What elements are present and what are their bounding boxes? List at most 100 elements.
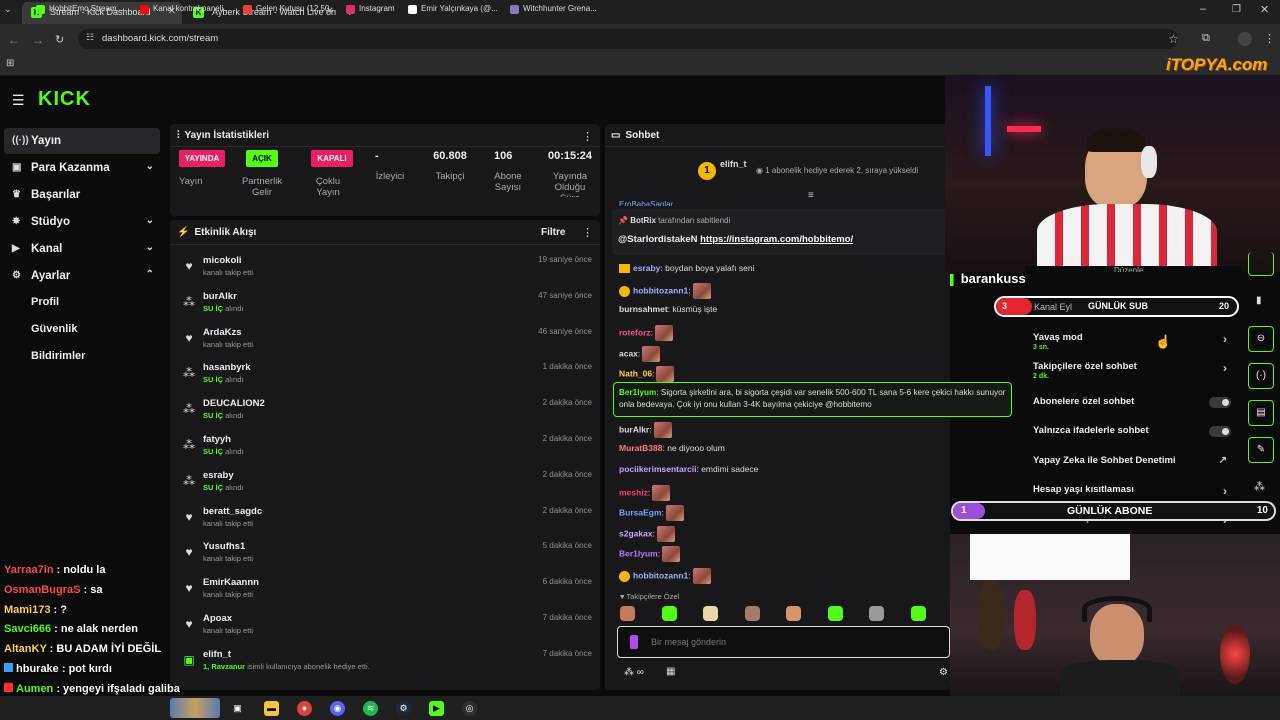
toolbar-layout-button[interactable]: ▤ <box>1248 400 1274 426</box>
pinned-link[interactable]: https://instagram.com/hobbitemo/ <box>700 234 853 245</box>
toolbar-top-button[interactable] <box>1248 252 1274 276</box>
file-explorer-icon[interactable]: ▬ <box>264 701 279 716</box>
emote-button[interactable] <box>827 606 843 621</box>
chat-username[interactable]: pociikerimsentarcii <box>619 464 696 474</box>
chrome-icon[interactable]: ● <box>297 701 312 716</box>
option-account-age[interactable]: Hesap yaşı kısıtlaması › <box>1033 484 1233 498</box>
emote-button[interactable] <box>910 606 926 621</box>
event-username[interactable]: ArdaKzs <box>203 327 242 338</box>
option-ai-moderation[interactable]: Yapay Zeka ile Sohbet Denetimi ↗ <box>1033 455 1233 466</box>
event-time: 1 dakika önce <box>542 362 592 372</box>
chat-username[interactable]: roteforz <box>619 327 651 337</box>
bookmark-x[interactable]: Emir Yalçınkaya (@... <box>408 4 498 14</box>
restore-icon[interactable]: ❐ <box>1232 4 1241 15</box>
option-followers-only[interactable]: Takipçilere özel sohbet 2 dk. › <box>1033 361 1233 380</box>
event-username[interactable]: Apoax <box>203 613 232 624</box>
emote-button[interactable] <box>620 606 635 621</box>
emote-button[interactable] <box>869 606 884 621</box>
chat-username[interactable]: burAlkr <box>619 424 649 434</box>
event-username[interactable]: fatyyh <box>203 434 231 445</box>
toolbar-users-icon[interactable]: ⁂ <box>1254 480 1265 493</box>
bookmark-hobbitemo[interactable]: HobbitEmo Stream... <box>36 4 123 14</box>
sidebar-item-yayin[interactable]: ((·)) Yayın <box>4 128 160 154</box>
close-window-icon[interactable]: ✕ <box>1260 3 1269 16</box>
sidebar-subitem-bildirimler[interactable]: Bildirimler <box>31 350 85 362</box>
bookmark-instagram[interactable]: Instagram <box>346 4 395 14</box>
event-username[interactable]: esraby <box>203 470 234 481</box>
chat-settings-icon[interactable]: ⚙ <box>939 667 948 678</box>
profile-icon[interactable] <box>1238 32 1252 46</box>
option-subscribers-only[interactable]: Abonelere özel sohbet <box>1033 396 1233 408</box>
chat-username[interactable]: esraby <box>633 263 660 273</box>
event-username[interactable]: beratt_sagdc <box>203 506 262 517</box>
option-slow-mode[interactable]: Yavaş mod 3 sn. › <box>1033 332 1233 351</box>
sidebar-item-studyo[interactable]: ✸ Stüdyo ⌄ <box>4 209 160 235</box>
reload-icon[interactable]: ↻ <box>55 33 64 46</box>
event-username[interactable]: micokoli <box>203 255 242 266</box>
chat-username[interactable]: meshiz <box>619 487 648 497</box>
chat-username[interactable]: hobbitozann1 <box>633 570 688 580</box>
bookmark-witchhunter[interactable]: Witchhunter Grena... <box>510 4 597 14</box>
back-icon[interactable]: ← <box>8 33 20 47</box>
apps-icon[interactable]: ⊞ <box>6 58 14 69</box>
sidebar-item-basarilar[interactable]: ♛ Başarılar <box>4 182 160 208</box>
chat-username[interactable]: hobbitozann1 <box>633 285 688 295</box>
extensions-icon[interactable]: ⧉ <box>1202 32 1210 45</box>
event-username[interactable]: DEUCALION2 <box>203 398 265 409</box>
obs-icon[interactable]: ◎ <box>462 701 477 716</box>
toolbar-mod-icon[interactable]: ▮ <box>1256 295 1262 306</box>
menu-icon[interactable]: ⋮ <box>1264 32 1275 45</box>
event-username[interactable]: elifn_t <box>203 649 231 660</box>
sidebar-subitem-profil[interactable]: Profil <box>31 296 59 308</box>
collapse-icon[interactable]: ≡ <box>808 190 814 201</box>
gift-leader-user[interactable]: elifn_t <box>720 159 747 169</box>
option-emotes-only[interactable]: Yalnızca ifadelerle sohbet <box>1033 425 1233 437</box>
stats-menu-icon[interactable]: ⋮ <box>582 130 593 143</box>
hamburger-menu-icon[interactable]: ☰ <box>12 92 25 109</box>
emote-button[interactable] <box>786 606 801 621</box>
chat-username[interactable]: BursaEgm <box>619 507 662 517</box>
taskbar-weather-icon[interactable] <box>170 698 220 718</box>
emotes-only-toggle[interactable] <box>1209 426 1231 437</box>
chat-username[interactable]: Ber1lyum <box>619 548 658 558</box>
bookmark-gmail[interactable]: Gelen Kutusu (12.50... <box>243 4 336 14</box>
filter-button[interactable]: Filtre <box>541 227 565 238</box>
steam-icon[interactable]: ⚙ <box>396 701 411 716</box>
chat-username[interactable]: s2gakax <box>619 528 653 538</box>
toolbar-chat-button[interactable]: ⊖ <box>1248 326 1274 352</box>
chat-username[interactable]: burnsahmet <box>619 304 668 314</box>
tab-search-button[interactable]: ⌄ <box>4 4 12 15</box>
emote-button[interactable] <box>703 606 718 621</box>
discord-icon[interactable]: ◉ <box>330 701 345 716</box>
toolbar-tools-button[interactable]: ✎ <box>1248 437 1274 463</box>
kick-app-icon[interactable]: ▶ <box>429 701 444 716</box>
taskview-icon[interactable]: ▣ <box>230 701 245 716</box>
store-icon[interactable]: ▦ <box>666 666 675 677</box>
activity-menu-icon[interactable]: ⋮ <box>582 226 593 239</box>
heart-icon: ♥ <box>185 545 193 560</box>
forward-icon[interactable]: → <box>32 33 44 47</box>
kick-logo[interactable]: KICK <box>38 88 91 111</box>
event-username[interactable]: hasanbyrk <box>203 362 251 373</box>
event-username[interactable]: burAlkr <box>203 291 237 302</box>
chat-username[interactable]: Nath_06 <box>619 368 652 378</box>
sidebar-item-para-kazanma[interactable]: ▣ Para Kazanma ⌄ <box>4 155 160 181</box>
event-username[interactable]: Yusufhs1 <box>203 541 245 552</box>
spotify-icon[interactable]: ≋ <box>363 701 378 716</box>
emote-button[interactable] <box>744 606 760 621</box>
sidebar-item-kanal[interactable]: ▶ Kanal ⌄ <box>4 236 160 262</box>
site-info-icon[interactable]: ☷ <box>86 32 94 43</box>
minimize-icon[interactable]: – <box>1200 3 1206 15</box>
sidebar-subitem-guvenlik[interactable]: Güvenlik <box>31 323 77 335</box>
url-field[interactable]: ☷ dashboard.kick.com/stream <box>78 29 1178 49</box>
chat-username[interactable]: acax <box>619 348 638 358</box>
toolbar-broadcast-button[interactable]: (·) <box>1248 363 1274 389</box>
subscribers-only-toggle[interactable] <box>1209 397 1231 408</box>
sidebar-item-ayarlar[interactable]: ⚙ Ayarlar ⌃ <box>4 263 160 289</box>
chat-input[interactable]: Bir mesaj gönderin <box>617 626 950 658</box>
emote-button[interactable] <box>661 606 677 621</box>
bookmark-kanal-kontrol[interactable]: Kanal kontrol paneli... <box>140 4 230 14</box>
bookmark-star-icon[interactable]: ☆ <box>1168 32 1179 46</box>
chat-username[interactable]: MuratB388 <box>619 443 662 453</box>
event-username[interactable]: EmirKaannn <box>203 577 259 588</box>
